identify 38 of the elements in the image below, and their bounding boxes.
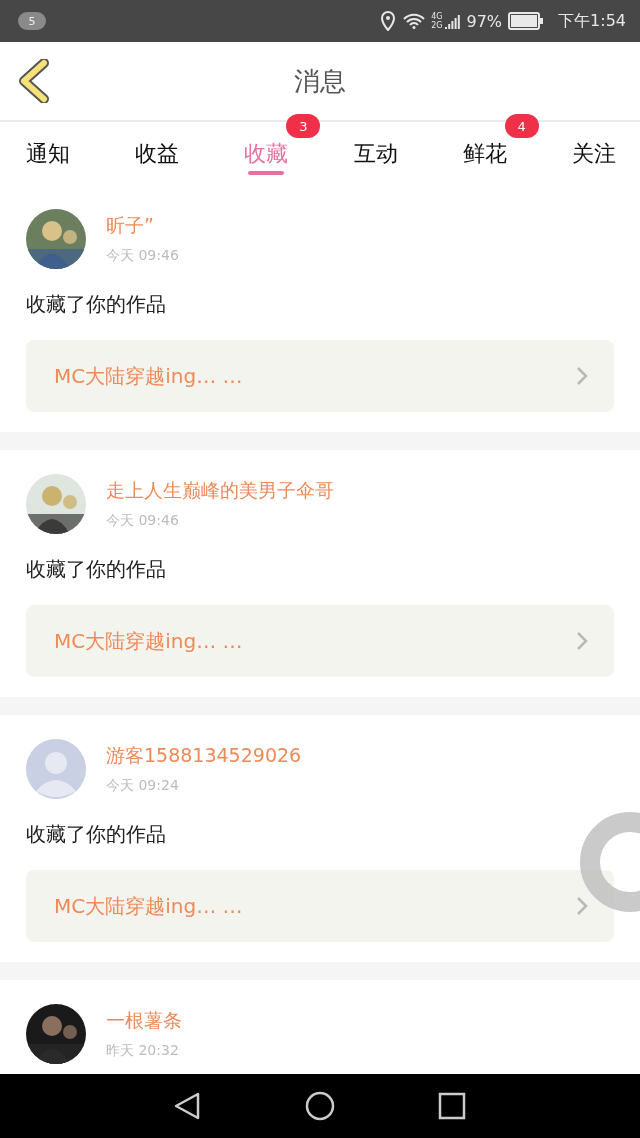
tab[interactable]: 收藏 <box>244 122 289 185</box>
message-text: 收藏了你的作品 <box>26 821 167 848</box>
signal-icon <box>444 13 461 29</box>
network-label: 2G <box>431 21 443 30</box>
message-text: 收藏了你的作品 <box>26 556 167 583</box>
tab[interactable]: 互动 <box>353 122 398 185</box>
work-link[interactable]: MC大陆穿越ing… … <box>26 340 614 412</box>
page-title: 消息 <box>294 64 346 98</box>
notification-badge: 5 <box>18 12 46 30</box>
timestamp: 昨天 20:32 <box>106 1042 180 1060</box>
work-link[interactable]: MC大陆穿越ing… … <box>26 870 614 942</box>
network-label: 4G <box>431 12 443 21</box>
work-link[interactable]: MC大陆穿越ing… … <box>26 605 614 677</box>
chevron-right-icon <box>576 366 588 386</box>
wifi-icon <box>403 13 426 29</box>
clock: 下午1:54 <box>558 10 626 32</box>
home-nav-button[interactable] <box>304 1090 336 1122</box>
battery-percent: 97% <box>466 11 503 31</box>
chevron-right-icon <box>576 631 588 651</box>
tab[interactable]: 通知 <box>26 122 70 185</box>
user-name[interactable]: 走上人生巅峰的美男子伞哥 <box>106 478 334 504</box>
timestamp: 今天 09:46 <box>106 512 180 530</box>
message-text: 收藏了你的作品 <box>26 291 167 318</box>
count-badge: 3 <box>286 114 321 138</box>
chevron-right-icon <box>576 896 588 916</box>
timestamp: 今天 09:24 <box>106 777 180 795</box>
recents-nav-button[interactable] <box>436 1090 468 1122</box>
tab[interactable]: 关注 <box>571 122 616 185</box>
battery-icon <box>508 12 545 30</box>
count-badge: 4 <box>504 114 539 138</box>
tab[interactable]: 鲜花 <box>462 122 507 185</box>
location-icon <box>381 11 396 31</box>
default-avatar-icon <box>26 739 86 799</box>
user-name[interactable]: 游客1588134529026 <box>106 743 302 769</box>
timestamp: 今天 09:46 <box>106 247 179 265</box>
user-name[interactable]: 一根薯条 <box>106 1008 182 1034</box>
tab[interactable]: 收益 <box>135 122 180 185</box>
user-name[interactable]: 昕子” <box>106 213 179 239</box>
